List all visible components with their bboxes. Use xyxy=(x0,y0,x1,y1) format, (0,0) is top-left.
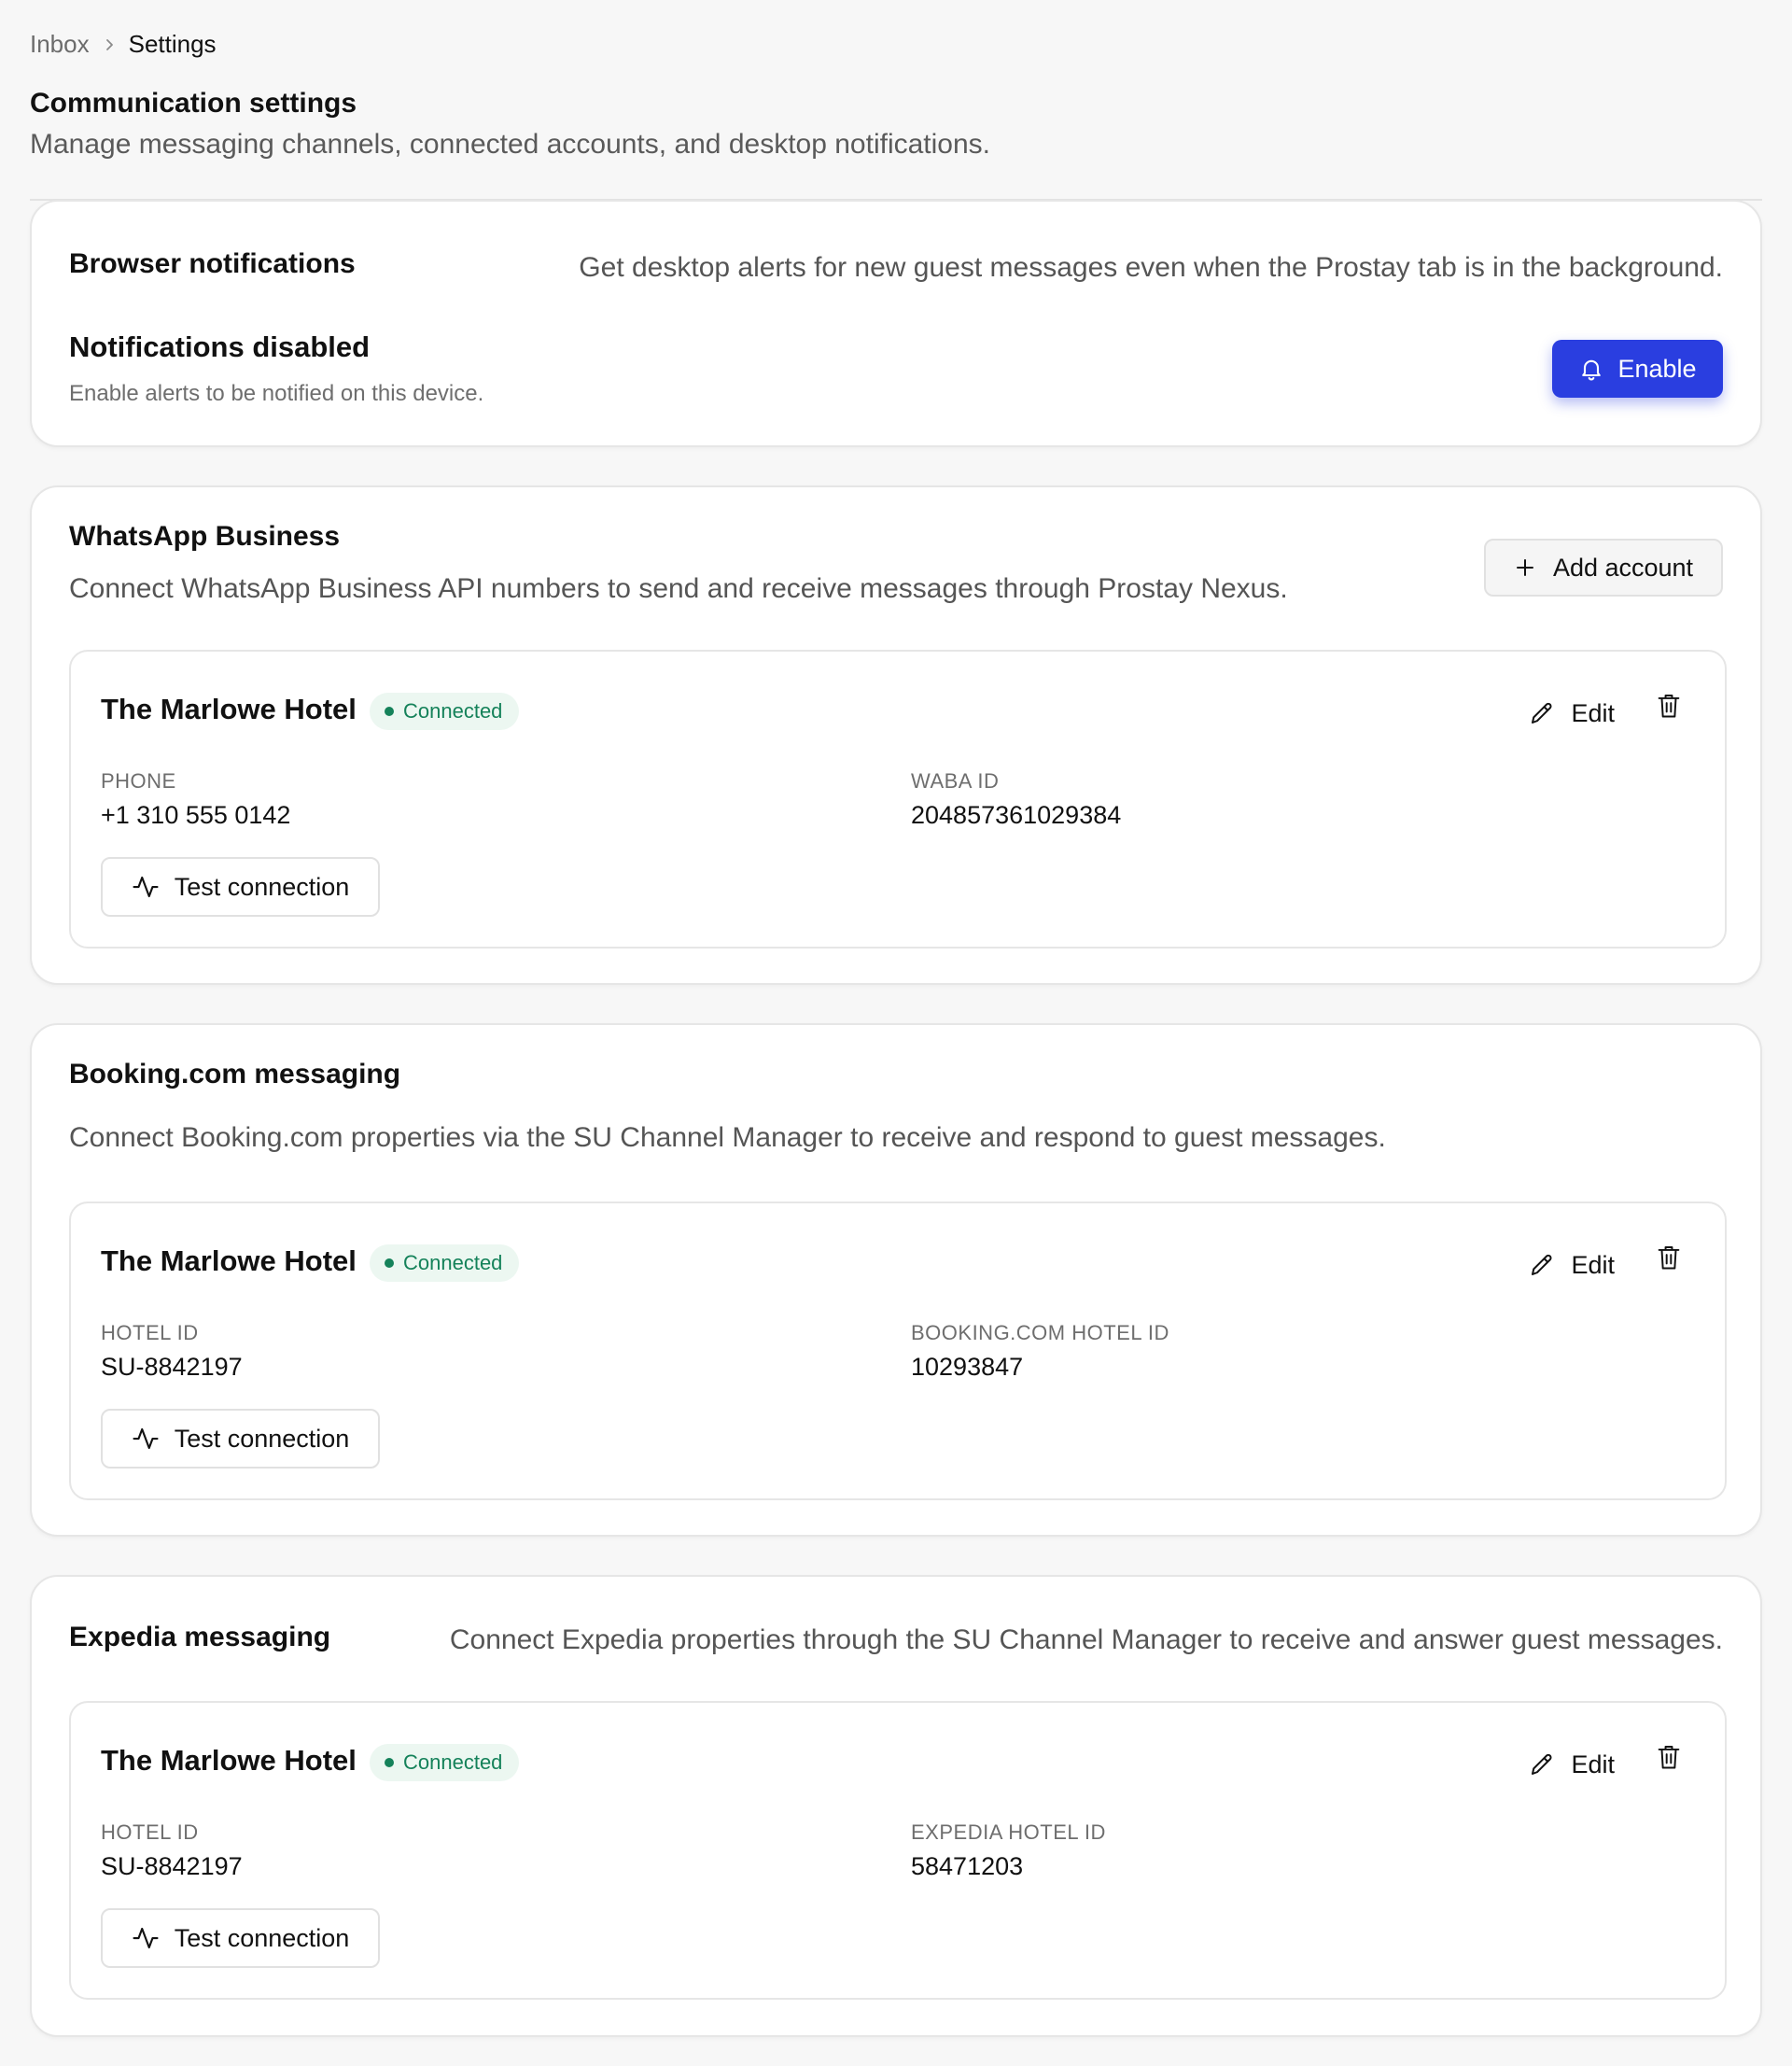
booking-description: Connect Booking.com properties via the S… xyxy=(69,1122,1386,1153)
trash-icon[interactable] xyxy=(1650,687,1687,724)
expedia-account-card: The Marlowe Hotel Connected Edit HOTEL I… xyxy=(69,1701,1727,2000)
field-value-waba-id: 204857361029384 xyxy=(911,801,1122,829)
plus-icon xyxy=(1514,556,1536,579)
pencil-icon xyxy=(1528,699,1556,727)
field-value-expedia-hotel-id: 58471203 xyxy=(911,1852,1024,1880)
enable-notifications-button[interactable]: Enable xyxy=(1552,340,1723,398)
chevron-right-icon xyxy=(103,38,116,51)
whatsapp-business-card: WhatsApp Business Connect WhatsApp Busin… xyxy=(30,485,1762,985)
field-label-hotel-id: HOTEL ID xyxy=(101,1321,199,1344)
edit-button[interactable]: Edit xyxy=(1528,1744,1615,1785)
breadcrumb: Inbox Settings xyxy=(30,30,217,59)
status-dot-icon xyxy=(385,1758,394,1767)
notifications-status-title: Notifications disabled xyxy=(69,330,371,363)
status-badge: Connected xyxy=(370,1244,520,1282)
edit-button[interactable]: Edit xyxy=(1528,1244,1615,1286)
trash-icon[interactable] xyxy=(1650,1239,1687,1276)
test-connection-label: Test connection xyxy=(174,1424,350,1453)
browser-notifications-card: Browser notifications Get desktop alerts… xyxy=(30,200,1762,447)
expedia-title: Expedia messaging xyxy=(69,1622,331,1652)
status-label: Connected xyxy=(403,1251,503,1274)
field-label-hotel-id: HOTEL ID xyxy=(101,1820,199,1844)
whatsapp-account-card: The Marlowe Hotel Connected Edit PHONE +… xyxy=(69,650,1727,949)
status-label: Connected xyxy=(403,1750,503,1774)
field-value-hotel-id: SU-8842197 xyxy=(101,1353,243,1381)
pencil-icon xyxy=(1528,1251,1556,1279)
browser-notifications-description: Get desktop alerts for new guest message… xyxy=(579,252,1723,283)
status-label: Connected xyxy=(403,699,503,723)
field-label-phone: PHONE xyxy=(101,769,176,793)
browser-notifications-title: Browser notifications xyxy=(69,248,356,279)
account-name: The Marlowe Hotel xyxy=(101,1244,357,1277)
field-value-hotel-id: SU-8842197 xyxy=(101,1852,243,1880)
edit-label: Edit xyxy=(1571,1750,1615,1778)
edit-button[interactable]: Edit xyxy=(1528,693,1615,734)
edit-label: Edit xyxy=(1571,698,1615,727)
status-dot-icon xyxy=(385,707,394,716)
edit-label: Edit xyxy=(1571,1250,1615,1279)
enable-label: Enable xyxy=(1617,354,1697,383)
breadcrumb-current: Settings xyxy=(128,30,217,58)
status-badge: Connected xyxy=(370,1744,520,1781)
booking-account-card: The Marlowe Hotel Connected Edit HOTEL I… xyxy=(69,1202,1727,1500)
field-value-phone: +1 310 555 0142 xyxy=(101,801,291,829)
settings-page: Inbox Settings Communication settings Ma… xyxy=(0,0,1792,2066)
breadcrumb-inbox-link[interactable]: Inbox xyxy=(30,30,90,59)
whatsapp-description: Connect WhatsApp Business API numbers to… xyxy=(69,573,1288,604)
add-account-label: Add account xyxy=(1552,553,1694,582)
field-label-booking-hotel-id: BOOKING.COM HOTEL ID xyxy=(911,1321,1169,1344)
page-subtitle: Manage messaging channels, connected acc… xyxy=(30,129,990,160)
field-label-waba-id: WABA ID xyxy=(911,769,1000,793)
test-connection-button[interactable]: Test connection xyxy=(101,857,380,917)
activity-icon xyxy=(132,873,160,901)
whatsapp-title: WhatsApp Business xyxy=(69,521,341,552)
test-connection-label: Test connection xyxy=(174,872,350,901)
trash-icon[interactable] xyxy=(1650,1738,1687,1776)
status-dot-icon xyxy=(385,1258,394,1268)
bell-icon xyxy=(1578,356,1604,382)
add-account-button[interactable]: Add account xyxy=(1484,539,1723,597)
pencil-icon xyxy=(1528,1750,1556,1778)
activity-icon xyxy=(132,1425,160,1453)
test-connection-label: Test connection xyxy=(174,1923,350,1952)
notifications-status-subtitle: Enable alerts to be notified on this dev… xyxy=(69,381,484,406)
account-name: The Marlowe Hotel xyxy=(101,693,357,725)
booking-title: Booking.com messaging xyxy=(69,1059,401,1089)
test-connection-button[interactable]: Test connection xyxy=(101,1409,380,1469)
field-value-booking-hotel-id: 10293847 xyxy=(911,1353,1024,1381)
field-label-expedia-hotel-id: EXPEDIA HOTEL ID xyxy=(911,1820,1106,1844)
expedia-messaging-card: Expedia messaging Connect Expedia proper… xyxy=(30,1575,1762,2037)
test-connection-button[interactable]: Test connection xyxy=(101,1908,380,1968)
account-name: The Marlowe Hotel xyxy=(101,1744,357,1777)
page-title: Communication settings xyxy=(30,88,357,119)
booking-messaging-card: Booking.com messaging Connect Booking.co… xyxy=(30,1023,1762,1537)
activity-icon xyxy=(132,1924,160,1952)
status-badge: Connected xyxy=(370,693,520,730)
expedia-description: Connect Expedia properties through the S… xyxy=(449,1624,1723,1655)
